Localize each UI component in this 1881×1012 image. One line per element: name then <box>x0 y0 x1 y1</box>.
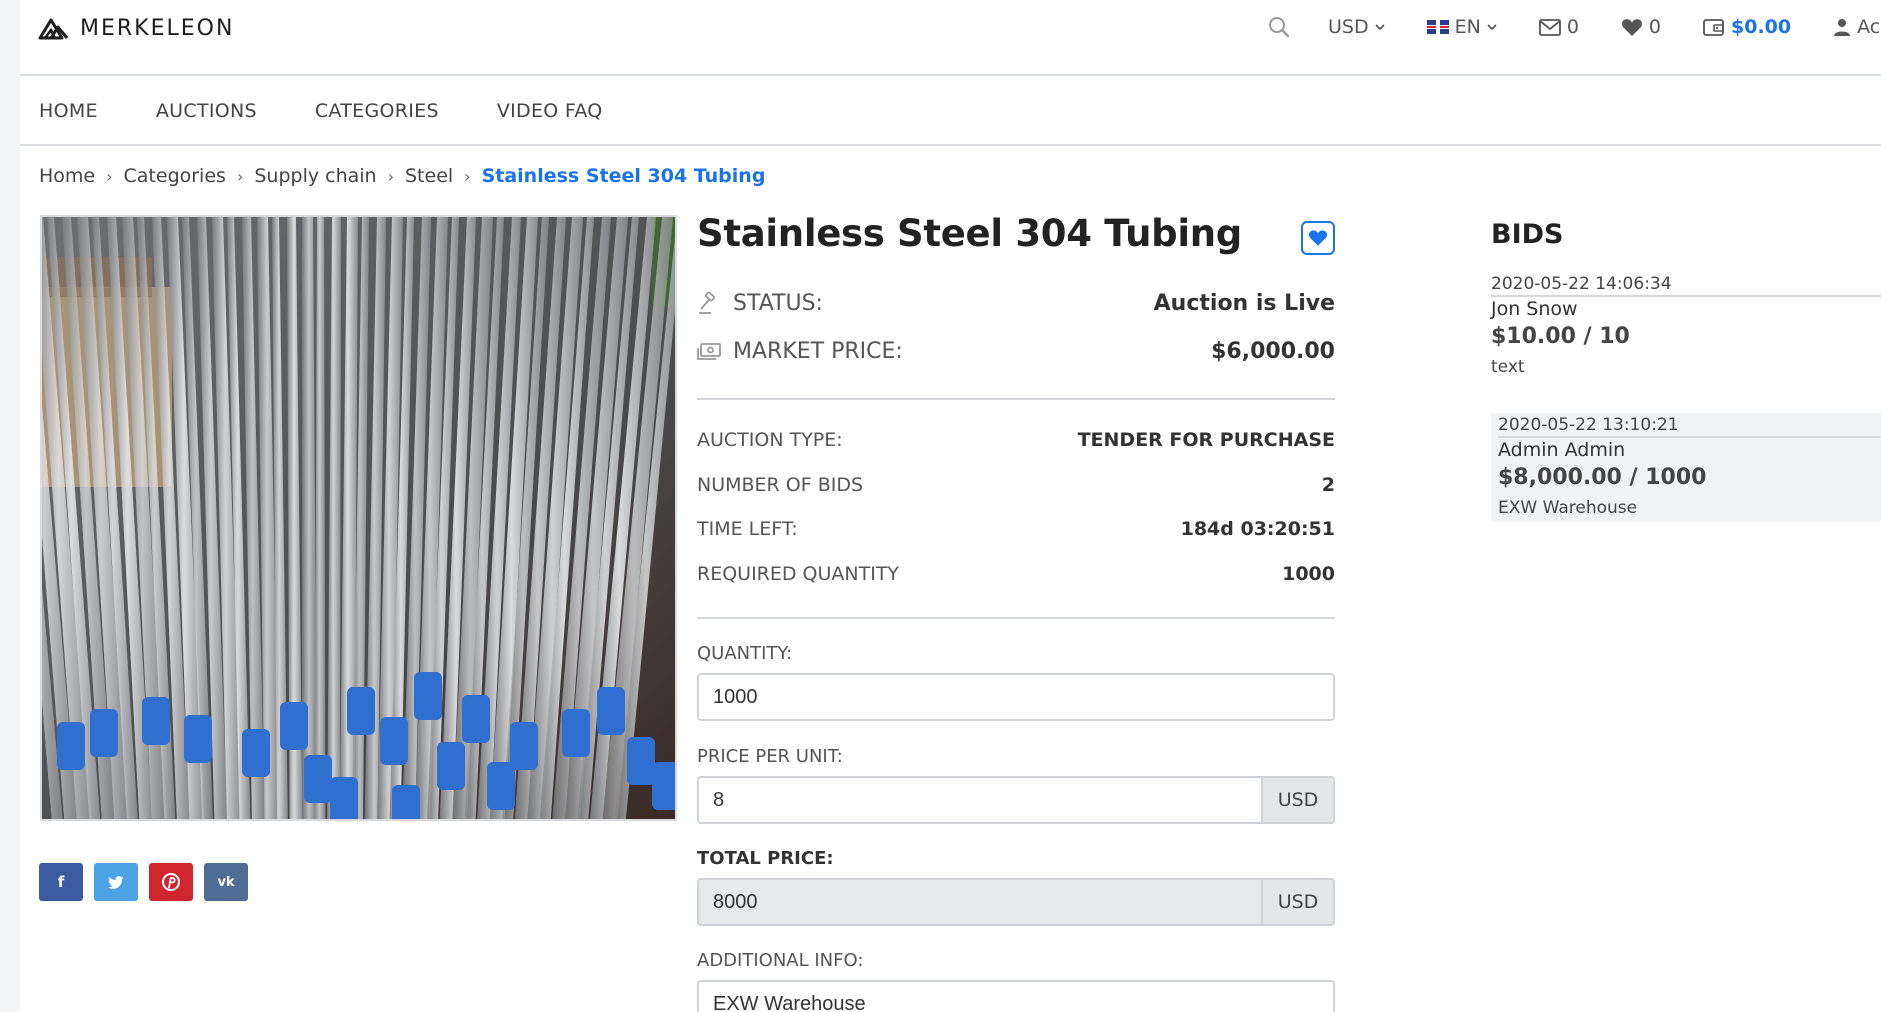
market-price-label: MARKET PRICE: <box>733 339 903 364</box>
divider <box>697 617 1335 619</box>
price-currency-addon: USD <box>1261 778 1333 822</box>
nav-home[interactable]: HOME <box>39 100 98 122</box>
total-currency-addon: USD <box>1261 880 1333 924</box>
price-per-unit-input[interactable] <box>699 778 1261 822</box>
bid-price: $8,000.00 / 1000 <box>1498 465 1707 490</box>
bid-date: 2020-05-22 13:10:21 <box>1498 415 1881 438</box>
bid-date: 2020-05-22 14:06:34 <box>1491 274 1881 297</box>
breadcrumb-supply-chain[interactable]: Supply chain <box>254 165 376 187</box>
money-icon <box>697 342 721 360</box>
mountain-logo-icon <box>38 18 69 40</box>
language-selector[interactable]: EN <box>1426 16 1497 38</box>
nav-video-faq[interactable]: VIDEO FAQ <box>497 100 603 122</box>
nav-auctions[interactable]: AUCTIONS <box>156 100 257 122</box>
total-price-input <box>699 880 1261 924</box>
breadcrumb-categories[interactable]: Categories <box>124 165 226 187</box>
required-qty-label: REQUIRED QUANTITY <box>697 563 900 585</box>
bid-price: $10.00 / 10 <box>1491 324 1630 349</box>
additional-info-input[interactable] <box>699 982 1333 1012</box>
quantity-field <box>697 673 1335 721</box>
market-price-row: MARKET PRICE: $6,000.00 <box>697 339 1335 364</box>
pinterest-share-button[interactable] <box>149 863 193 901</box>
bid-item: 2020-05-22 14:06:34 Jon Snow $10.00 / 10… <box>1491 274 1881 377</box>
brand-logo[interactable]: MERKELEON <box>38 14 234 42</box>
facebook-share-button[interactable]: f <box>39 863 83 901</box>
time-left-row: TIME LEFT: 184d 03:20:51 <box>697 518 1335 540</box>
auction-type-value: TENDER FOR PURCHASE <box>1077 429 1335 451</box>
additional-info-field <box>697 980 1335 1012</box>
steel-tubes-photo <box>42 217 675 819</box>
required-qty-row: REQUIRED QUANTITY 1000 <box>697 563 1335 585</box>
required-qty-value: 1000 <box>1282 563 1335 585</box>
pinterest-icon <box>162 873 180 891</box>
add-to-favorites-button[interactable] <box>1301 221 1335 255</box>
bid-note: text <box>1491 357 1525 377</box>
chevron-right-icon: › <box>387 166 394 186</box>
bids-title: BIDS <box>1491 219 1564 250</box>
divider <box>697 398 1335 400</box>
breadcrumb-home[interactable]: Home <box>39 165 95 187</box>
bid-user: Jon Snow <box>1491 298 1578 320</box>
window-left-margin <box>0 0 20 1012</box>
auction-type-label: AUCTION TYPE: <box>697 429 843 451</box>
bid-note: EXW Warehouse <box>1498 498 1638 518</box>
share-buttons: f vk <box>39 863 248 901</box>
status-value: Auction is Live <box>1153 291 1335 316</box>
twitter-share-button[interactable] <box>94 863 138 901</box>
bids-count-row: NUMBER OF BIDS 2 <box>697 474 1335 496</box>
chevron-right-icon: › <box>236 166 244 186</box>
product-title: Stainless Steel 304 Tubing <box>697 212 1242 255</box>
facebook-icon: f <box>57 873 65 891</box>
time-left-value: 184d 03:20:51 <box>1180 518 1335 540</box>
heart-icon <box>1308 230 1328 246</box>
bids-panel: BIDS 2020-05-22 14:06:34 Jon Snow $10.00… <box>1491 0 1881 1012</box>
chevron-right-icon: › <box>106 166 113 186</box>
product-details: Stainless Steel 304 Tubing STATUS: Aucti… <box>697 0 1335 1012</box>
chevron-right-icon: › <box>464 166 471 186</box>
price-per-unit-label: PRICE PER UNIT: <box>697 746 843 767</box>
vk-share-button[interactable]: vk <box>204 863 248 901</box>
breadcrumb-steel[interactable]: Steel <box>405 165 453 187</box>
time-left-label: TIME LEFT: <box>697 518 798 540</box>
currency-selector[interactable]: USD <box>1328 16 1385 38</box>
quantity-input[interactable] <box>699 675 1333 719</box>
brand-name: MERKELEON <box>80 15 235 41</box>
gavel-icon <box>699 291 716 314</box>
language-label: EN <box>1454 16 1481 38</box>
product-image[interactable] <box>40 215 677 821</box>
chevron-down-icon <box>1375 23 1385 30</box>
quantity-label: QUANTITY: <box>697 643 793 664</box>
auction-type-row: AUCTION TYPE: TENDER FOR PURCHASE <box>697 429 1335 451</box>
nav-categories[interactable]: CATEGORIES <box>315 100 439 122</box>
bid-item: 2020-05-22 13:10:21 Admin Admin $8,000.0… <box>1491 413 1881 522</box>
total-price-field: USD <box>697 878 1335 926</box>
additional-info-label: ADDITIONAL INFO: <box>697 950 864 971</box>
total-price-label: TOTAL PRICE: <box>697 848 834 869</box>
breadcrumb: Home › Categories › Supply chain › Steel… <box>39 165 765 187</box>
uk-flag-icon <box>1426 20 1449 34</box>
status-label: STATUS: <box>733 291 823 316</box>
bid-user: Admin Admin <box>1498 439 1626 461</box>
bids-count-value: 2 <box>1321 474 1335 496</box>
market-price-value: $6,000.00 <box>1211 339 1335 364</box>
twitter-icon <box>108 875 124 889</box>
bids-count-label: NUMBER OF BIDS <box>697 474 864 496</box>
vk-icon: vk <box>217 874 235 890</box>
price-per-unit-field: USD <box>697 776 1335 824</box>
status-row: STATUS: Auction is Live <box>697 291 1335 316</box>
